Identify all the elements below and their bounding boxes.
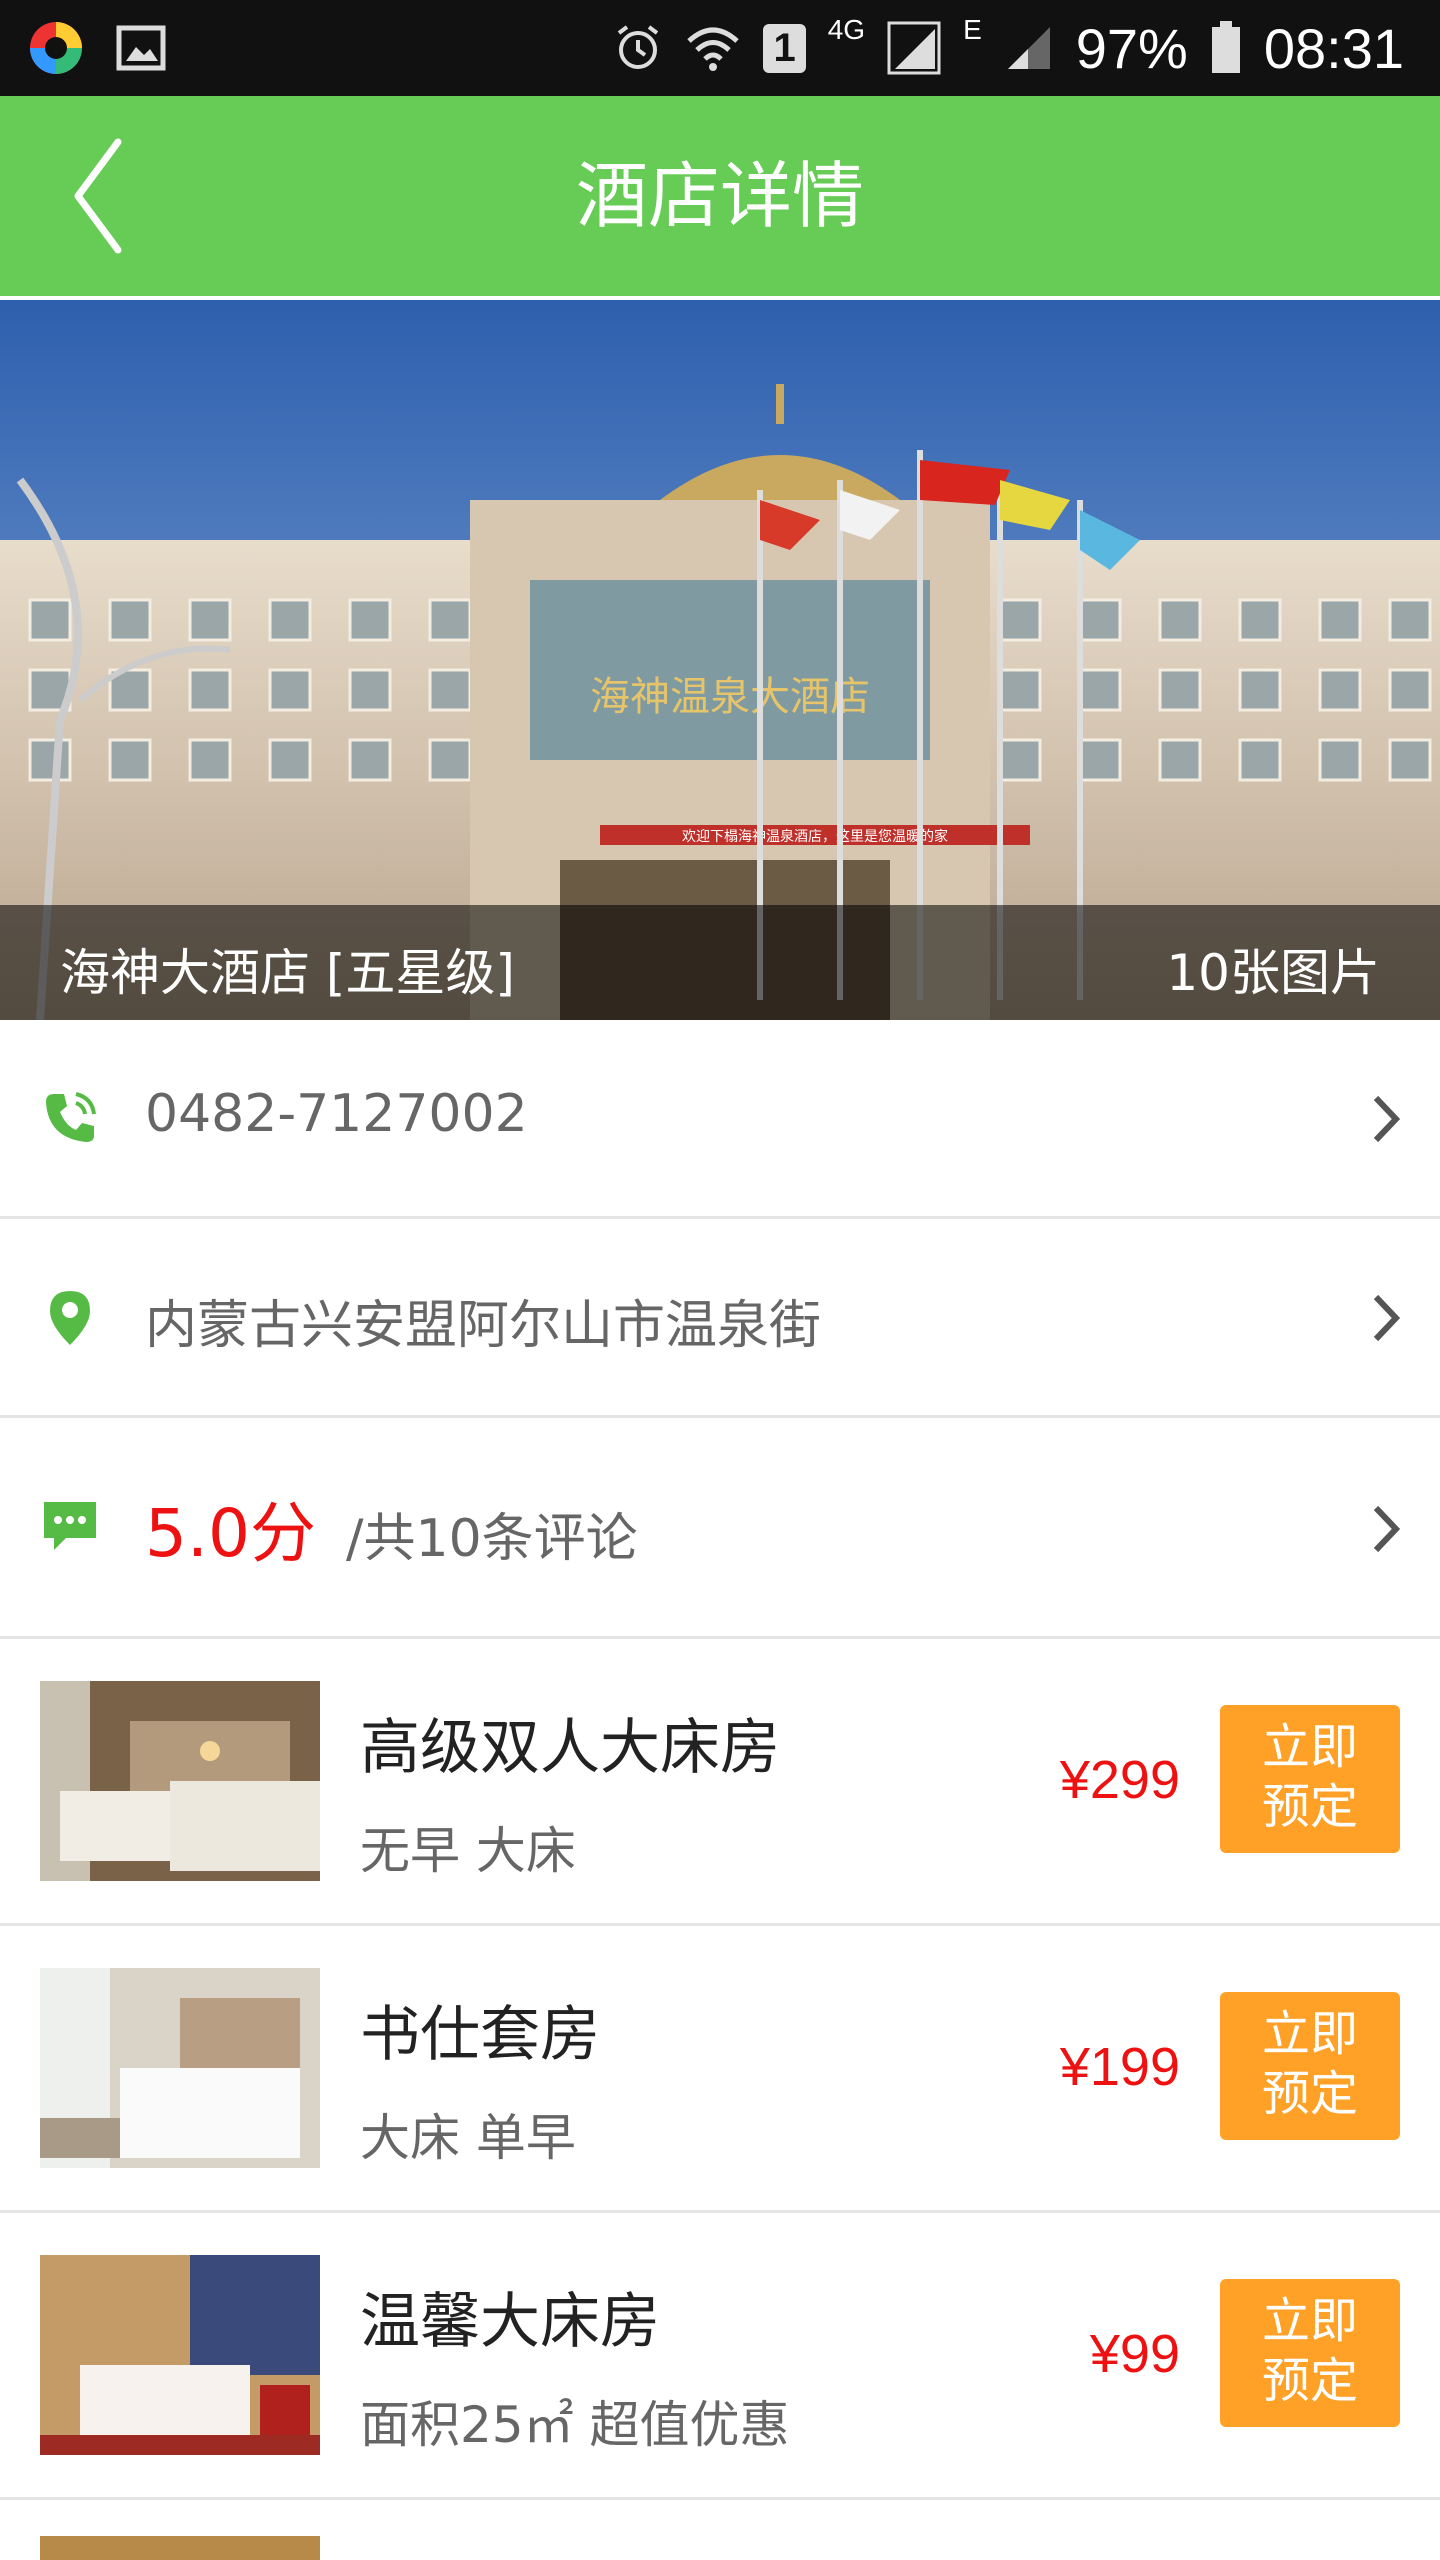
chevron-right-icon bbox=[1373, 1095, 1400, 1143]
battery-percent: 97% bbox=[1075, 16, 1188, 80]
network-e-label: E bbox=[963, 14, 982, 45]
room-photo bbox=[40, 1681, 320, 1881]
page-title: 酒店详情 bbox=[575, 154, 864, 238]
room-photo bbox=[40, 1968, 320, 2168]
room-price: ¥99 bbox=[1089, 2324, 1180, 2384]
phone-icon bbox=[46, 1092, 96, 1142]
wifi-icon bbox=[687, 27, 740, 71]
sim-indicator: 1 bbox=[763, 23, 806, 73]
room-description: 面积25㎡ 超值优惠 bbox=[360, 2396, 790, 2454]
book-button-label: 预定 bbox=[1261, 1779, 1358, 1835]
status-bar: 1 4G E 97% 08:31 bbox=[0, 0, 1440, 96]
phone-row[interactable]: 0482-7127002 bbox=[0, 1022, 1440, 1219]
book-button-label: 立即 bbox=[1261, 2006, 1358, 2062]
hotel-photo-banner[interactable]: 海神温泉大酒店 欢迎下榻海神温泉酒店，这里是您温暖的家 海神大酒店 [五星级] … bbox=[0, 300, 1440, 1020]
book-button-label: 立即 bbox=[1261, 1719, 1358, 1775]
hotel-name: 海神大酒店 [五星级] bbox=[60, 944, 515, 1002]
network-4g-label: 4G bbox=[827, 14, 866, 45]
chevron-right-icon bbox=[1373, 1294, 1400, 1342]
rating-score: 5.0分 bbox=[145, 1495, 316, 1572]
gallery-icon bbox=[116, 25, 166, 71]
app-header: 酒店详情 bbox=[0, 96, 1440, 296]
comment-icon bbox=[44, 1502, 96, 1550]
room-description: 无早 大床 bbox=[360, 1822, 576, 1880]
signal-icon bbox=[887, 21, 941, 75]
phone-number: 0482-7127002 bbox=[145, 1084, 528, 1144]
battery-icon bbox=[1211, 21, 1240, 73]
address-text: 内蒙古兴安盟阿尔山市温泉街 bbox=[145, 1296, 822, 1356]
room-item[interactable]: 高级双人大床房 无早 大床 ¥299 立即 预定 bbox=[0, 1639, 1440, 1926]
welcome-banner-text: 欢迎下榻海神温泉酒店，这里是您温暖的家 bbox=[682, 828, 948, 845]
photo-caption-bar: 海神大酒店 [五星级] 10张图片 bbox=[0, 905, 1440, 1020]
book-button-label: 预定 bbox=[1261, 2066, 1358, 2122]
app-logo-icon bbox=[30, 22, 82, 74]
room-price: ¥199 bbox=[1059, 2037, 1180, 2097]
address-row[interactable]: 内蒙古兴安盟阿尔山市温泉街 bbox=[0, 1219, 1440, 1418]
alarm-icon bbox=[618, 25, 659, 69]
chevron-right-icon bbox=[1373, 1505, 1400, 1553]
clock: 08:31 bbox=[1263, 16, 1404, 80]
book-now-button[interactable]: 立即 预定 bbox=[1220, 2279, 1400, 2427]
signal-weak-icon bbox=[1007, 27, 1050, 69]
room-price: ¥299 bbox=[1059, 1750, 1180, 1810]
hotel-sign-text: 海神温泉大酒店 bbox=[590, 674, 870, 720]
room-description: 大床 单早 bbox=[360, 2109, 576, 2167]
room-item[interactable]: 书仕套房 大床 单早 ¥199 立即 预定 bbox=[0, 1926, 1440, 2213]
photo-count[interactable]: 10张图片 bbox=[1166, 933, 1380, 1005]
book-now-button[interactable]: 立即 预定 bbox=[1220, 1705, 1400, 1853]
reviews-row[interactable]: 5.0分/共10条评论 bbox=[0, 1418, 1440, 1639]
room-name: 书仕套房 bbox=[360, 2000, 600, 2070]
book-now-button[interactable]: 立即 预定 bbox=[1220, 1992, 1400, 2140]
room-item[interactable]: 温馨大床房 面积25㎡ 超值优惠 ¥99 立即 预定 bbox=[0, 2213, 1440, 2500]
room-photo bbox=[40, 2255, 320, 2455]
room-name: 温馨大床房 bbox=[360, 2287, 660, 2357]
book-button-label: 立即 bbox=[1261, 2293, 1358, 2349]
room-name: 高级双人大床房 bbox=[360, 1713, 780, 1783]
location-pin-icon bbox=[50, 1291, 90, 1345]
room-item-partial[interactable] bbox=[40, 2536, 320, 2560]
book-button-label: 预定 bbox=[1261, 2353, 1358, 2409]
review-count: /共10条评论 bbox=[345, 1509, 638, 1569]
